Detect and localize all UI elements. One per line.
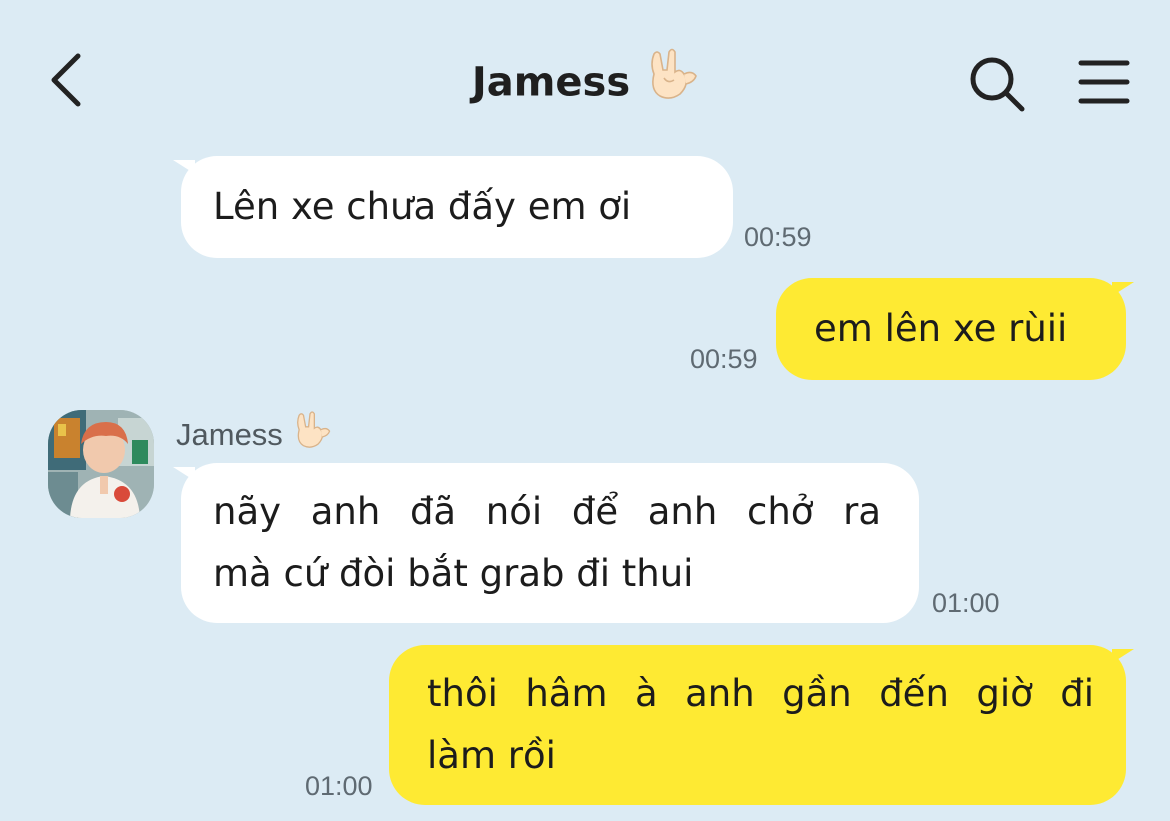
message-text-line: mà cứ đòi bắt grab đi thui [213, 552, 694, 595]
message-bubble-incoming[interactable]: nãy anh đã nói để anh chở ra mà cứ đòi b… [173, 463, 919, 623]
message-timestamp: 00:59 [690, 344, 758, 374]
message-text: em lên xe rùii [814, 307, 1068, 350]
message-timestamp: 01:00 [305, 771, 373, 801]
message-text-line: nãy anh đã nói để anh chở ra [213, 490, 881, 533]
search-button[interactable] [968, 55, 1026, 113]
sender-name: Jamess [176, 417, 283, 453]
rock-on-hand-emoji-icon [289, 408, 331, 460]
message-bubble-outgoing[interactable]: thôi hâm à anh gần đến giờ đi làm rồi [389, 645, 1134, 805]
hamburger-menu-icon [1078, 60, 1130, 104]
search-icon [970, 57, 1025, 112]
avatar-photo-icon [48, 410, 154, 518]
menu-button[interactable] [1078, 58, 1130, 106]
message-bubble-incoming[interactable]: Lên xe chưa đấy em ơi [173, 156, 733, 258]
chat-header: Jamess [0, 0, 1170, 150]
message-text-line: thôi hâm à anh gần đến giờ đi [427, 672, 1094, 715]
message-timestamp: 00:59 [744, 222, 812, 252]
message-text: Lên xe chưa đấy em ơi [213, 185, 632, 228]
message-text-line: làm rồi [427, 734, 556, 777]
sender-avatar[interactable] [48, 410, 154, 518]
message-bubble-outgoing[interactable]: em lên xe rùii [776, 278, 1134, 380]
rock-on-hand-emoji-icon [640, 44, 698, 117]
sender-name-row: Jamess [176, 411, 331, 460]
chat-title: Jamess [471, 59, 631, 106]
message-timestamp: 01:00 [932, 588, 1000, 618]
